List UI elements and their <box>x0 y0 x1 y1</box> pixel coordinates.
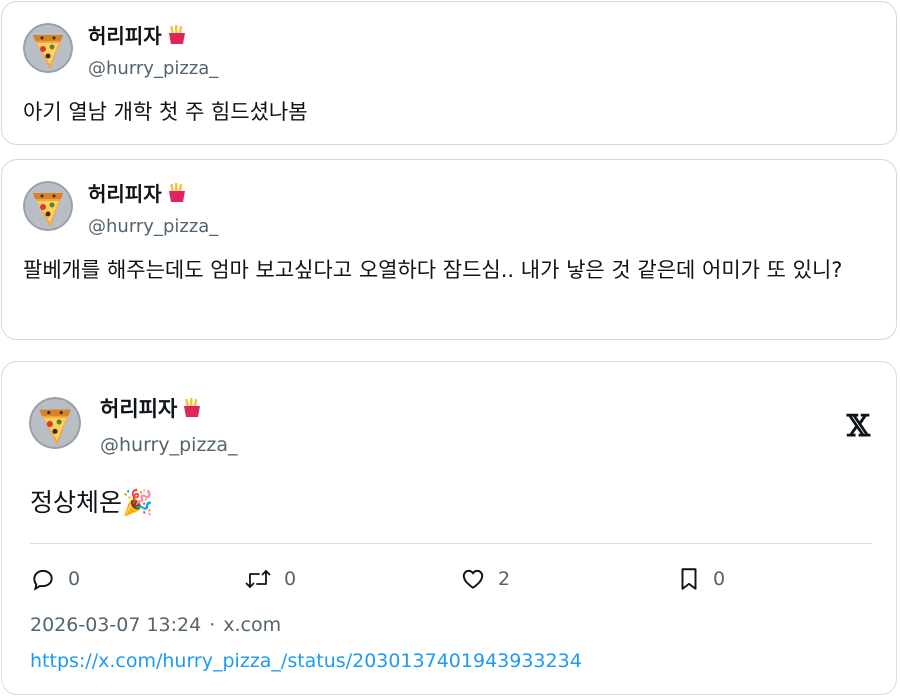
retweet-count: 0 <box>284 568 297 590</box>
pizza-avatar-icon[interactable] <box>29 397 81 449</box>
tweet-card: 허리피자 @hurry_pizza_ 아기 열남 개학 첫 주 힘드셨나봄 <box>1 1 897 145</box>
retweet-button[interactable]: 0 <box>244 566 296 592</box>
timestamp[interactable]: 2026-03-07 13:24 <box>30 614 201 636</box>
reply-button[interactable]: 0 <box>30 566 80 592</box>
display-name[interactable]: 허리피자 <box>100 393 177 423</box>
like-button[interactable]: 2 <box>460 566 510 592</box>
tweet-text: 아기 열남 개학 첫 주 힘드셨나봄 <box>23 100 308 124</box>
handle[interactable]: @hurry_pizza_ <box>100 434 238 456</box>
heart-icon <box>460 566 486 592</box>
tweet-meta: 2026-03-07 13:24 · x.com <box>30 614 281 636</box>
bookmark-button[interactable]: 0 <box>677 566 725 592</box>
reply-icon <box>30 566 56 592</box>
tweet-text: 정상체온🎉 <box>30 488 154 517</box>
bookmark-icon <box>677 566 701 592</box>
display-name[interactable]: 허리피자 <box>88 178 162 207</box>
source-link[interactable]: x.com <box>223 614 281 636</box>
display-name[interactable]: 허리피자 <box>88 20 162 49</box>
tweet-card: 허리피자 @hurry_pizza_ 팔베개를 해주는데도 엄마 보고싶다고 오… <box>1 159 897 340</box>
meta-separator: · <box>209 614 216 636</box>
tweet-text: 팔베개를 해주는데도 엄마 보고싶다고 오열하다 잠드심.. 내가 낳은 것 같… <box>23 258 843 282</box>
bookmark-count: 0 <box>713 568 726 590</box>
reply-count: 0 <box>68 568 81 590</box>
fries-icon <box>166 24 188 46</box>
pizza-avatar-icon[interactable] <box>23 181 73 231</box>
x-logo-icon[interactable]: 𝕏 <box>847 412 870 442</box>
action-bar: 0 0 2 0 <box>30 566 730 596</box>
handle[interactable]: @hurry_pizza_ <box>88 216 218 237</box>
pizza-avatar-icon[interactable] <box>23 23 73 73</box>
embedded-tweet-card[interactable]: 허리피자 @hurry_pizza_ 𝕏 정상체온🎉 0 0 2 0 2026-… <box>1 361 897 695</box>
status-url-link[interactable]: https://x.com/hurry_pizza_/status/203013… <box>30 650 582 672</box>
divider <box>30 543 872 544</box>
handle[interactable]: @hurry_pizza_ <box>88 58 218 79</box>
fries-icon <box>166 182 188 204</box>
retweet-icon <box>244 566 272 592</box>
like-count: 2 <box>498 568 511 590</box>
fries-icon <box>181 397 203 419</box>
